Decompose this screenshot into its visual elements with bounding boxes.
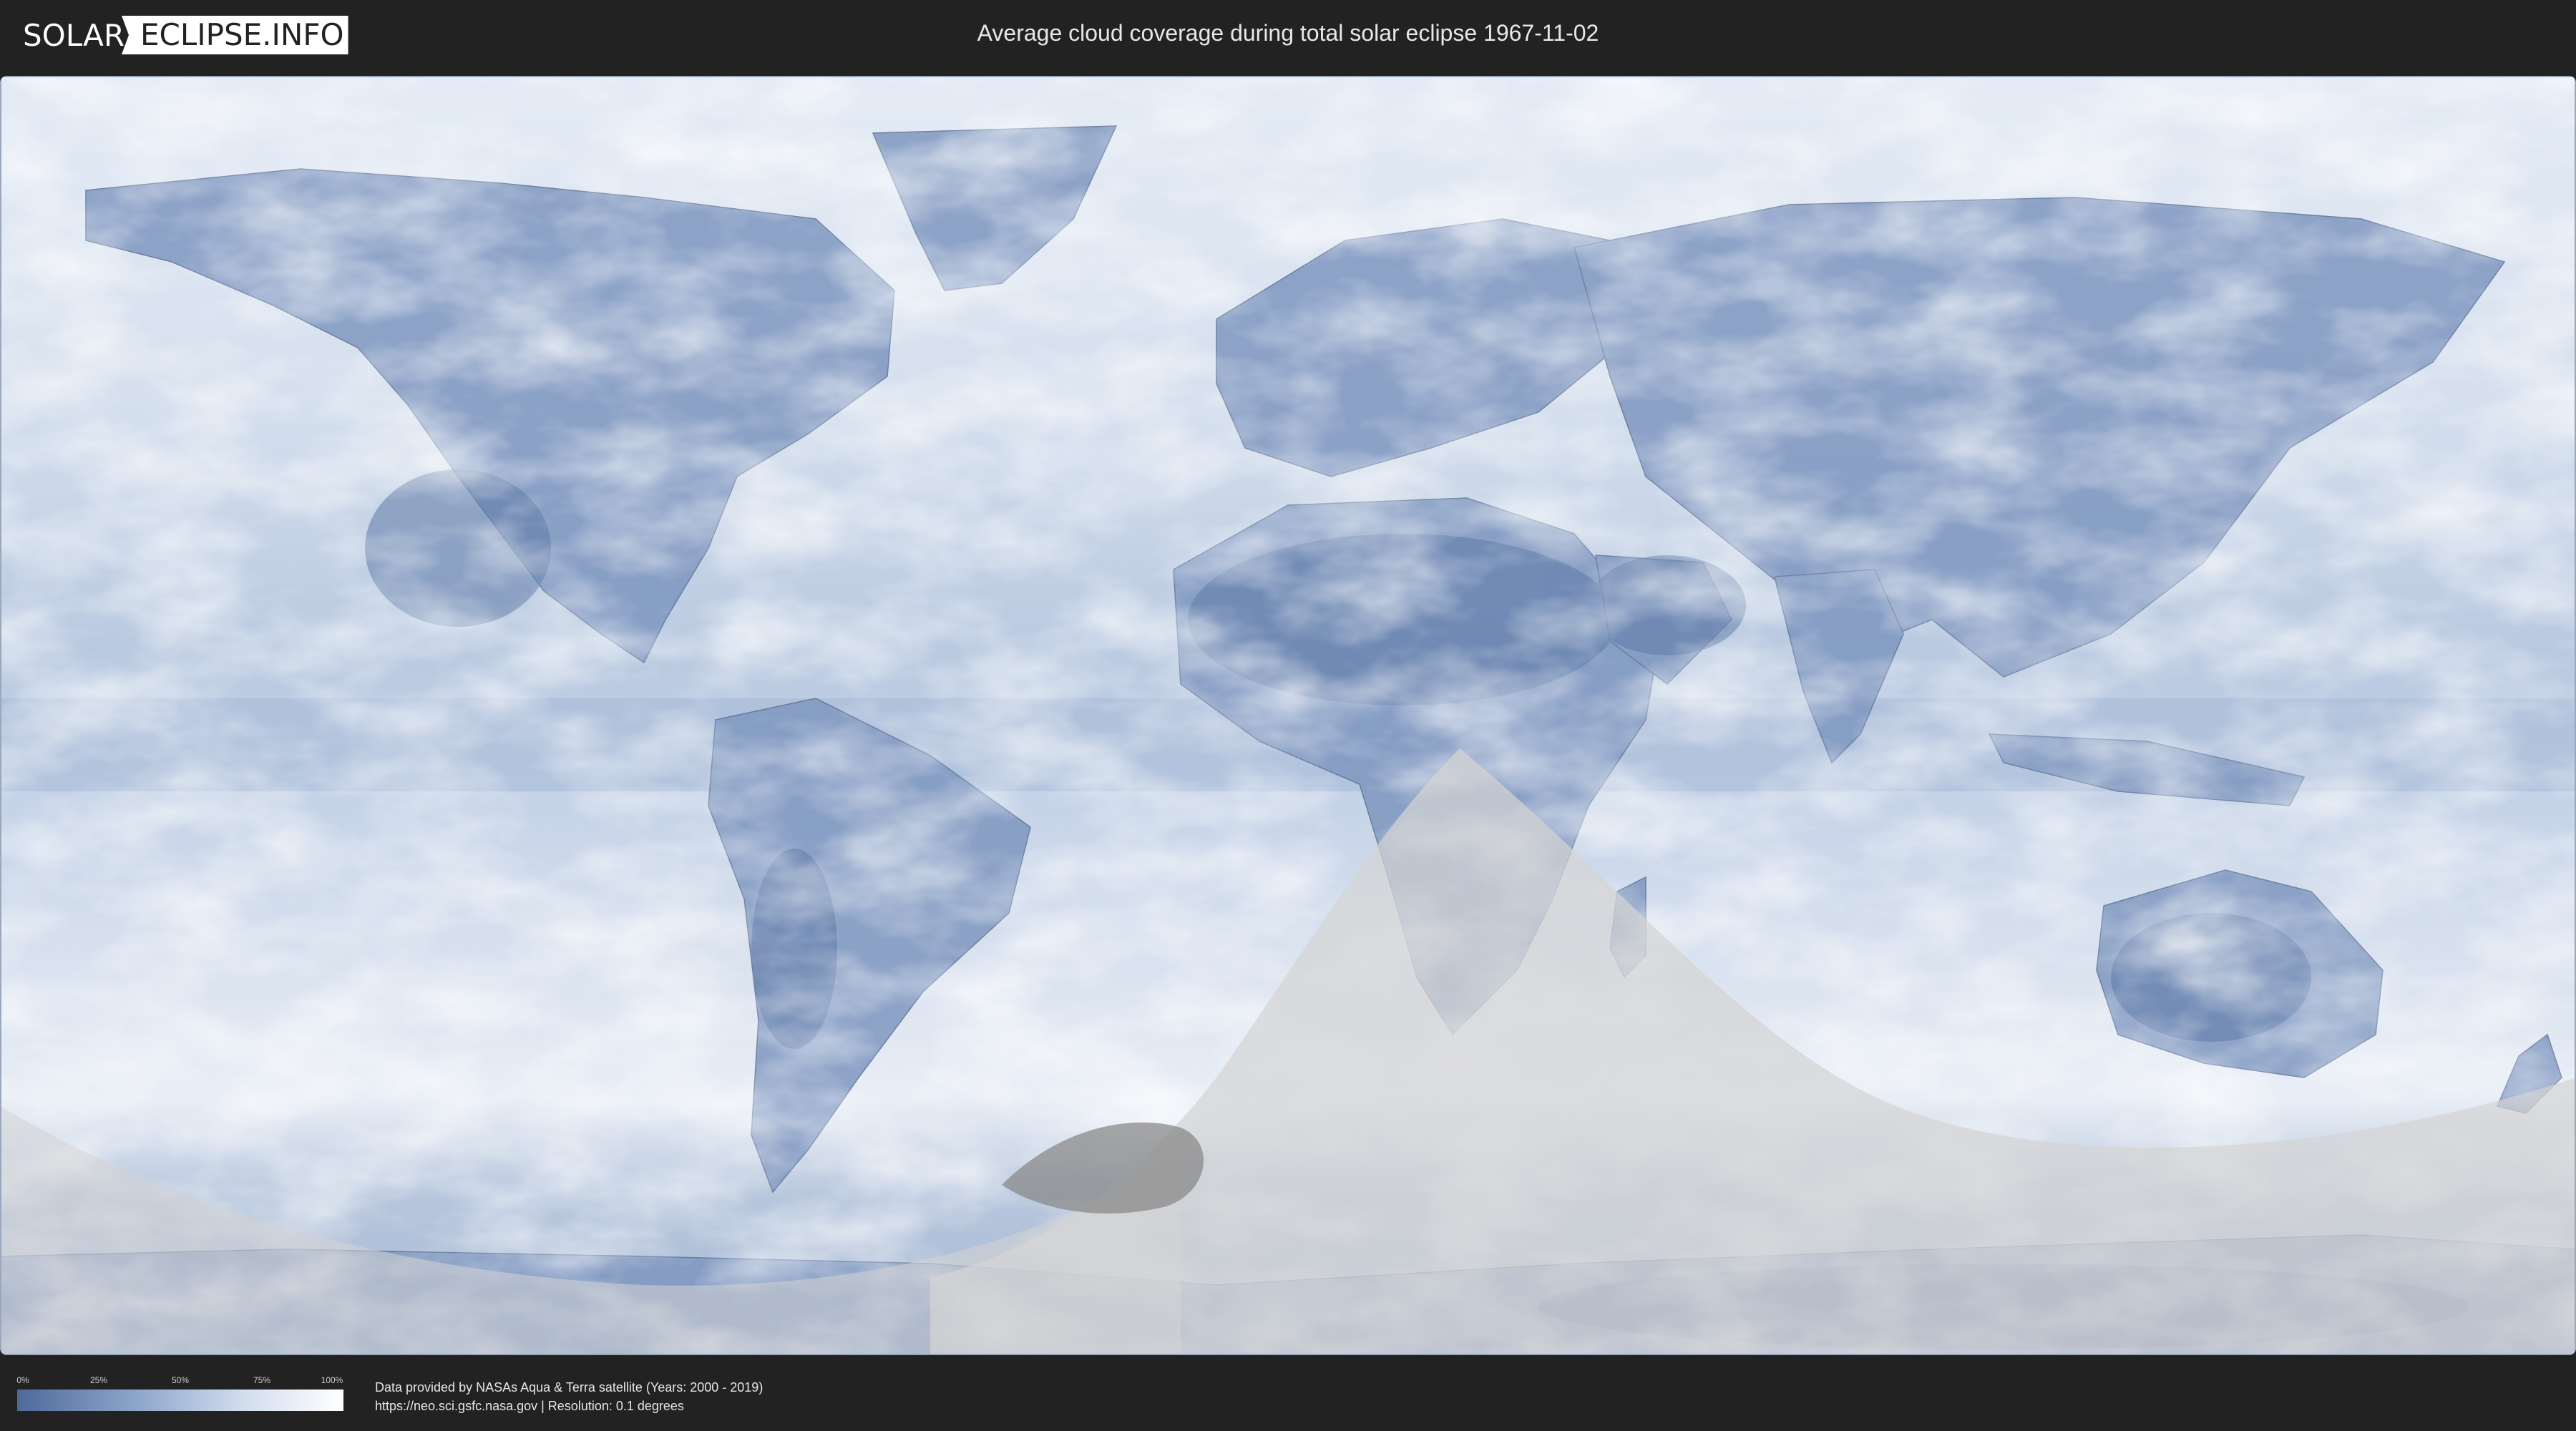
credits-line-source: Data provided by NASAs Aqua & Terra sate… [375, 1380, 763, 1395]
legend-tick-0: 0% [16, 1375, 29, 1385]
header-bar: SOLAR ECLIPSE.INFO Average cloud coverag… [0, 0, 2576, 72]
footer-bar: 0% 25% 50% 75% 100% Data provided by NAS… [0, 1359, 2576, 1431]
app-root: SOLAR ECLIPSE.INFO Average cloud coverag… [0, 0, 2576, 1431]
credits-line-url: https://neo.sci.gsfc.nasa.gov | Resoluti… [375, 1399, 684, 1413]
legend-tick-50: 50% [171, 1375, 190, 1385]
legend-ticks: 0% 25% 50% 75% 100% [16, 1375, 343, 1388]
page-title: Average cloud coverage during total sola… [977, 20, 1599, 46]
legend-tick-25: 25% [89, 1375, 108, 1385]
cloud-coverage-legend: 0% 25% 50% 75% 100% [16, 1375, 343, 1411]
legend-gradient-bar [17, 1390, 343, 1411]
data-credits: Data provided by NASAs Aqua & Terra sate… [375, 1378, 763, 1415]
legend-tick-100: 100% [321, 1375, 343, 1385]
cloud-coverage-map[interactable] [0, 76, 2576, 1355]
world-map-svg [0, 76, 2576, 1355]
legend-tick-75: 75% [253, 1375, 271, 1385]
